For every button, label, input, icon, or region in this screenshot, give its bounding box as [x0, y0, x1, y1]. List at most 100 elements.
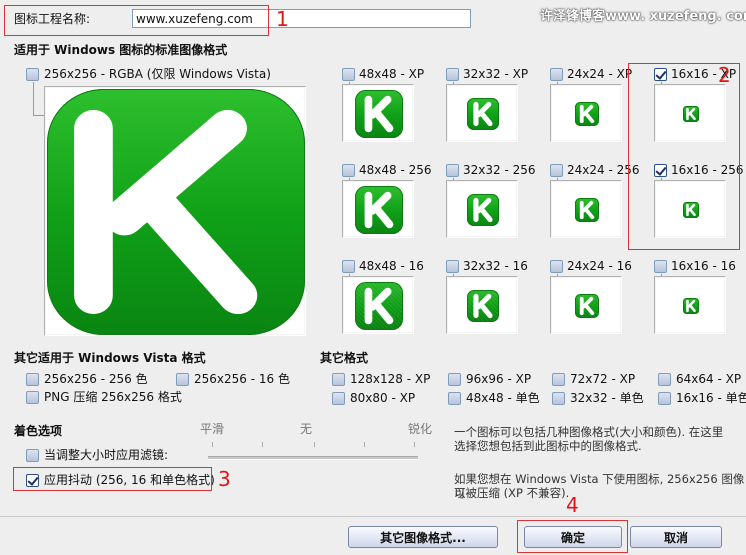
checkbox-32-16[interactable]: [446, 260, 459, 273]
preview-16-256: [654, 180, 726, 238]
label-48-16: 48x48 - 16: [359, 259, 424, 273]
k-app-icon: [467, 194, 499, 226]
label-resize-filter: 当调整大小时应用滤镜:: [44, 448, 169, 462]
checkbox-72-xp[interactable]: [552, 373, 565, 386]
checkbox-48-mono[interactable]: [448, 392, 461, 405]
label-vista-png: PNG 压缩 256x256 格式: [44, 390, 182, 404]
checkbox-16-mono[interactable]: [658, 392, 671, 405]
preview-16-16: [654, 276, 726, 334]
annotation-number-2: 2: [718, 63, 731, 87]
checkbox-32-xp[interactable]: [446, 68, 459, 81]
label-64-xp: 64x64 - XP: [676, 372, 742, 386]
ok-button[interactable]: 确定: [524, 526, 622, 548]
slider-tick: [314, 442, 315, 447]
checkbox-256-rgba[interactable]: [26, 68, 39, 81]
coloring-title: 着色选项: [14, 424, 63, 438]
k-app-icon: [467, 290, 499, 322]
info-note-line-1: 一个图标可以包括几种图像格式(大小和颜色). 在这里: [454, 425, 724, 439]
label-48-256: 48x48 - 256: [359, 163, 432, 177]
checkbox-vista-png[interactable]: [26, 391, 39, 404]
footer-divider: [0, 516, 746, 517]
checkbox-32-256[interactable]: [446, 164, 459, 177]
k-app-icon: [355, 282, 403, 330]
label-32-256: 32x32 - 256: [463, 163, 536, 177]
checkbox-dithering[interactable]: [26, 474, 39, 487]
label-72-xp: 72x72 - XP: [570, 372, 636, 386]
checkbox-vista-256-256[interactable]: [26, 373, 39, 386]
filter-slider-track[interactable]: [208, 456, 418, 460]
checkbox-48-16[interactable]: [342, 260, 355, 273]
checkbox-80-xp[interactable]: [332, 392, 345, 405]
preview-32-xp: [446, 84, 518, 142]
checkbox-32-mono[interactable]: [552, 392, 565, 405]
label-48-mono: 48x48 - 单色: [466, 391, 540, 405]
slider-label-sharpen: 锐化: [408, 422, 433, 436]
label-32-16: 32x32 - 16: [463, 259, 528, 273]
checkbox-128-xp[interactable]: [332, 373, 345, 386]
annotation-number-4: 4: [566, 493, 579, 517]
checkbox-48-xp[interactable]: [342, 68, 355, 81]
preview-256: [44, 86, 306, 336]
preview-16-xp: [654, 84, 726, 142]
label-16-16: 16x16 - 16: [671, 259, 736, 273]
label-24-256: 24x24 - 256: [567, 163, 640, 177]
standard-formats-title: 适用于 Windows 图标的标准图像格式: [14, 43, 228, 57]
label-80-xp: 80x80 - XP: [350, 391, 416, 405]
checkbox-vista-256-16[interactable]: [176, 373, 189, 386]
checkbox-resize-filter[interactable]: [26, 449, 39, 462]
slider-tick: [212, 442, 213, 447]
label-24-xp: 24x24 - XP: [567, 67, 633, 81]
checkbox-24-xp[interactable]: [550, 68, 563, 81]
slider-label-none: 无: [300, 422, 313, 436]
checkbox-48-256[interactable]: [342, 164, 355, 177]
k-app-icon: [575, 198, 599, 222]
preview-48-256: [342, 180, 414, 238]
k-app-icon: [355, 90, 403, 138]
annotation-number-3: 3: [218, 467, 231, 491]
vista-note-line-2: 以被压缩 (XP 不兼容).: [454, 486, 570, 500]
label-96-xp: 96x96 - XP: [466, 372, 532, 386]
label-128-xp: 128x128 - XP: [350, 372, 431, 386]
vista-formats-title: 其它适用于 Windows Vista 格式: [14, 351, 206, 365]
preview-24-256: [550, 180, 622, 238]
k-app-icon: [355, 186, 403, 234]
preview-48-xp: [342, 84, 414, 142]
other-formats-button[interactable]: 其它图像格式...: [348, 526, 498, 548]
label-16-256: 16x16 - 256: [671, 163, 744, 177]
k-app-icon: [683, 202, 699, 218]
other-formats-title: 其它格式: [320, 351, 369, 365]
label-vista-256-256: 256x256 - 256 色: [44, 372, 148, 386]
label-256-rgba: 256x256 - RGBA (仅限 Windows Vista): [44, 67, 271, 81]
preview-32-16: [446, 276, 518, 334]
checkbox-64-xp[interactable]: [658, 373, 671, 386]
project-name-input[interactable]: [132, 9, 471, 28]
k-app-icon: [467, 98, 499, 130]
checkbox-16-xp[interactable]: [654, 68, 667, 81]
checkbox-16-256[interactable]: [654, 164, 667, 177]
checkbox-96-xp[interactable]: [448, 373, 461, 386]
k-app-icon: [47, 89, 305, 335]
checkbox-24-16[interactable]: [550, 260, 563, 273]
preview-48-16: [342, 276, 414, 334]
slider-tick: [364, 442, 365, 447]
k-app-icon: [575, 102, 599, 126]
label-dithering: 应用抖动 (256, 16 和单色格式): [44, 473, 215, 487]
label-32-xp: 32x32 - XP: [463, 67, 529, 81]
watermark-text: 许泽锋博客www. xuzefeng. com: [540, 9, 746, 24]
preview-24-16: [550, 276, 622, 334]
preview-24-xp: [550, 84, 622, 142]
slider-label-smooth: 平滑: [200, 422, 225, 436]
cancel-button[interactable]: 取消: [630, 526, 722, 548]
slider-tick: [414, 442, 415, 447]
label-48-xp: 48x48 - XP: [359, 67, 425, 81]
label-16-mono: 16x16 - 单色: [676, 391, 746, 405]
project-name-label: 图标工程名称:: [14, 12, 91, 26]
annotation-number-1: 1: [276, 7, 289, 31]
k-app-icon: [683, 298, 699, 314]
checkbox-16-16[interactable]: [654, 260, 667, 273]
info-note-line-2: 选择您想包括到此图标中的图像格式.: [454, 439, 642, 453]
checkbox-24-256[interactable]: [550, 164, 563, 177]
label-32-mono: 32x32 - 单色: [570, 391, 644, 405]
label-24-16: 24x24 - 16: [567, 259, 632, 273]
k-app-icon: [683, 106, 699, 122]
